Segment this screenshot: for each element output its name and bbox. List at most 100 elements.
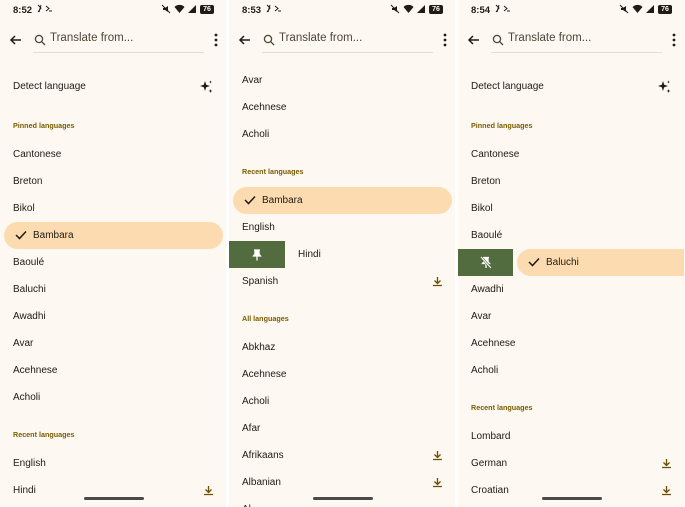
swiped-language-item[interactable]: Hindi <box>285 241 455 268</box>
list-item[interactable]: German <box>458 450 684 477</box>
signal-icon <box>188 5 196 13</box>
arrow-left-icon[interactable] <box>466 32 482 48</box>
unpin-action-button[interactable] <box>458 249 513 276</box>
list-item[interactable]: Baluchi <box>0 276 226 303</box>
check-icon <box>528 257 540 267</box>
search-icon <box>263 34 275 46</box>
arrow-left-icon[interactable] <box>8 32 24 48</box>
list-item[interactable]: Bikol <box>458 195 684 222</box>
search-input[interactable] <box>508 32 658 44</box>
list-item[interactable]: Abkhaz <box>229 334 455 361</box>
status-time: 8:52 <box>13 5 33 16</box>
sparkle-icon <box>658 80 671 93</box>
swiped-language-label: Baluchi <box>546 257 579 268</box>
gesture-nav-handle[interactable] <box>542 497 602 500</box>
notification-icons <box>265 4 283 13</box>
list-item[interactable]: Spanish <box>229 268 455 295</box>
search-input[interactable] <box>279 32 429 44</box>
list-item[interactable]: Cantonese <box>458 141 684 168</box>
battery-indicator: 76 <box>200 4 214 14</box>
language-panel-3: 8:54 76 Detect language Pinned languages… <box>458 0 684 507</box>
list-item[interactable]: Avar <box>0 330 226 357</box>
status-bar: 8:52 76 <box>0 0 226 22</box>
list-item-label: Croatian <box>471 485 509 496</box>
notification-icons <box>494 4 512 13</box>
section-pinned: Pinned languages <box>471 121 533 130</box>
wifi-icon <box>403 4 414 13</box>
list-item[interactable]: Acholi <box>0 384 226 411</box>
pin-icon <box>252 249 262 261</box>
more-vert-icon[interactable] <box>212 32 220 48</box>
list-item-label: Hindi <box>13 485 36 496</box>
list-item-label: Spanish <box>242 276 279 287</box>
list-item[interactable]: Acehnese <box>229 94 455 121</box>
pin-action-button[interactable] <box>229 241 285 268</box>
mute-icon <box>619 4 629 14</box>
swiped-language-item[interactable]: Baluchi <box>517 249 684 276</box>
download-icon[interactable] <box>432 477 443 488</box>
list-item[interactable]: Albanian <box>229 469 455 496</box>
list-item-label: German <box>471 458 508 469</box>
list-item[interactable]: Avar <box>458 303 684 330</box>
list-item[interactable]: Awadhi <box>458 276 684 303</box>
check-icon <box>15 230 27 240</box>
list-item[interactable]: Baoulé <box>458 222 684 249</box>
mute-icon <box>390 4 400 14</box>
detect-language-item[interactable]: Detect language <box>458 73 684 100</box>
download-icon[interactable] <box>661 458 672 469</box>
detect-language-item[interactable]: Detect language <box>0 73 226 100</box>
download-icon[interactable] <box>203 485 214 496</box>
list-item[interactable]: Acholi <box>229 388 455 415</box>
search-bar <box>229 26 455 56</box>
list-item[interactable]: English <box>0 450 226 477</box>
download-icon[interactable] <box>661 485 672 496</box>
status-time: 8:54 <box>471 5 491 16</box>
section-pinned: Pinned languages <box>13 121 75 130</box>
list-item[interactable]: Acehnese <box>0 357 226 384</box>
list-item-label: Afrikaans <box>242 450 284 461</box>
language-panel-2: 8:53 76 Avar Acehnese Acholi Recent lang… <box>229 0 455 507</box>
download-icon[interactable] <box>432 450 443 461</box>
list-item[interactable]: Breton <box>0 168 226 195</box>
list-item[interactable]: Avar <box>229 67 455 94</box>
list-item[interactable]: Acholi <box>229 121 455 148</box>
list-item[interactable]: Acehnese <box>229 361 455 388</box>
list-item[interactable]: Bikol <box>0 195 226 222</box>
search-bar <box>0 26 226 56</box>
notification-icons <box>36 4 54 13</box>
selected-language-item[interactable]: Bambara <box>4 222 223 249</box>
list-item[interactable]: Breton <box>458 168 684 195</box>
gesture-nav-handle[interactable] <box>84 497 144 500</box>
more-vert-icon[interactable] <box>441 32 449 48</box>
list-item[interactable]: Cantonese <box>0 141 226 168</box>
list-item[interactable]: English <box>229 214 455 241</box>
list-item[interactable]: Afar <box>229 415 455 442</box>
list-item[interactable]: Acholi <box>458 357 684 384</box>
more-vert-icon[interactable] <box>670 32 678 48</box>
list-item-label: Albanian <box>242 477 281 488</box>
search-bar <box>458 26 684 56</box>
search-input[interactable] <box>50 32 200 44</box>
detect-language-label: Detect language <box>471 81 544 92</box>
download-icon[interactable] <box>432 276 443 287</box>
list-item[interactable]: Awadhi <box>0 303 226 330</box>
sparkle-icon <box>200 80 213 93</box>
unpin-icon <box>480 256 492 269</box>
list-item[interactable]: Acehnese <box>458 330 684 357</box>
status-bar: 8:54 76 <box>458 0 684 22</box>
battery-indicator: 76 <box>429 4 443 14</box>
section-all: All languages <box>242 314 289 323</box>
signal-icon <box>417 5 425 13</box>
search-icon <box>492 34 504 46</box>
status-time: 8:53 <box>242 5 262 16</box>
list-item[interactable]: Afrikaans <box>229 442 455 469</box>
gesture-nav-handle[interactable] <box>313 497 373 500</box>
arrow-left-icon[interactable] <box>237 32 253 48</box>
list-item[interactable]: Baoulé <box>0 249 226 276</box>
language-panel-1: 8:52 76 Detect language Pinned languages… <box>0 0 226 507</box>
selected-language-item[interactable]: Bambara <box>233 187 452 214</box>
check-icon <box>244 195 256 205</box>
search-icon <box>34 34 46 46</box>
section-recent: Recent languages <box>471 403 533 412</box>
list-item[interactable]: Lombard <box>458 423 684 450</box>
